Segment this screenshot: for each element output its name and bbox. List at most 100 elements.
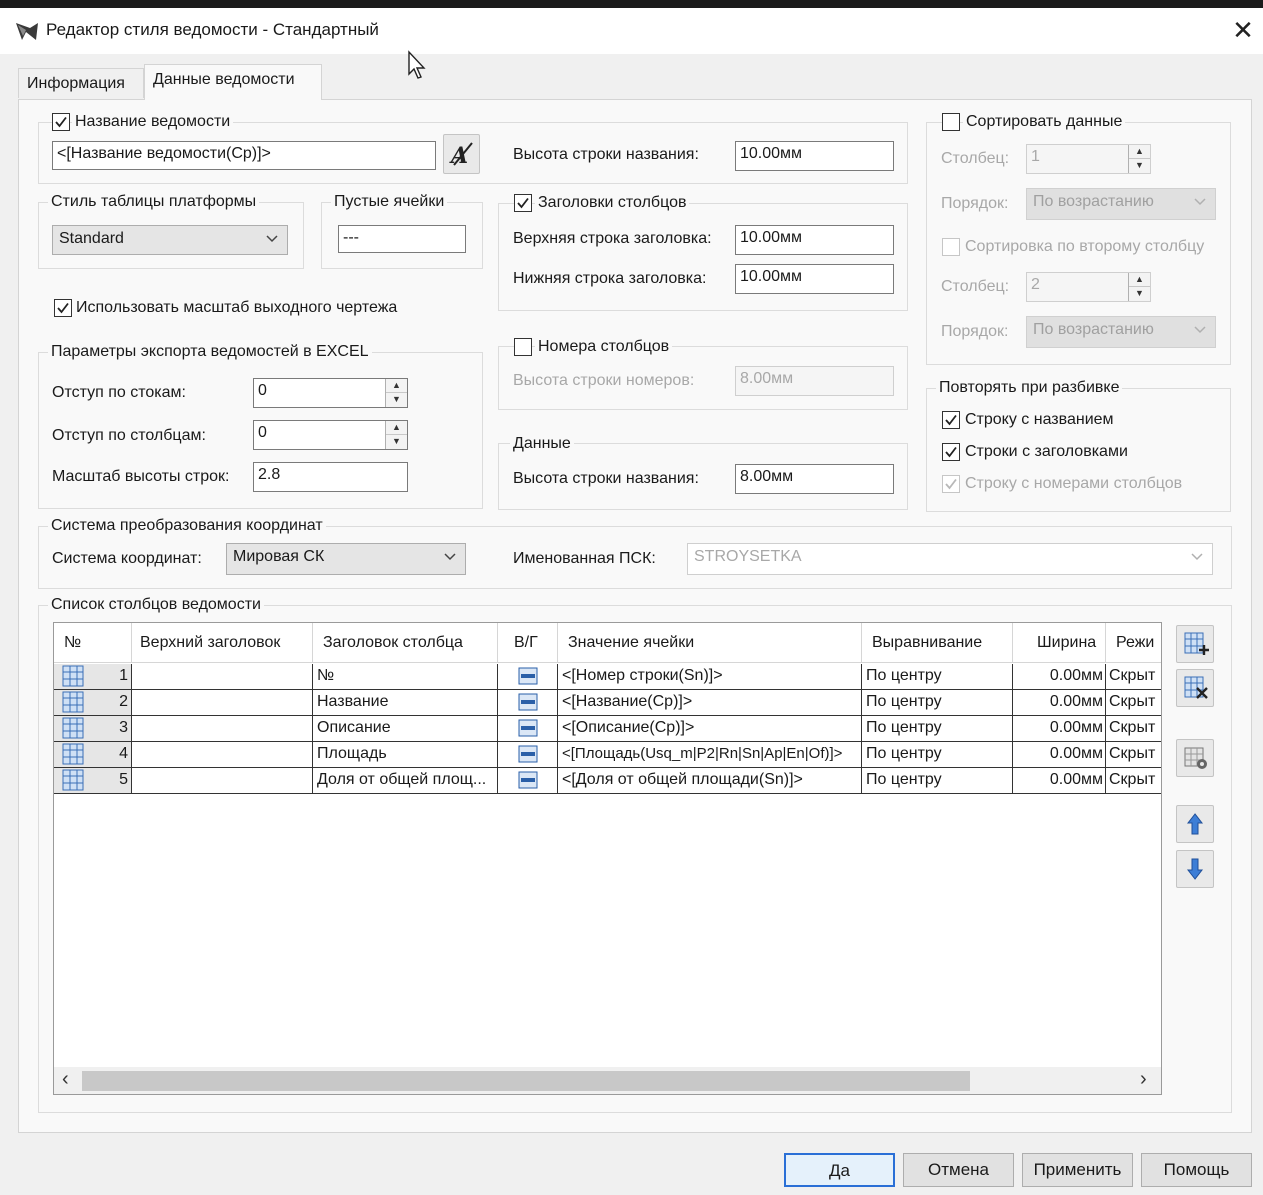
ok-button[interactable]: Да bbox=[784, 1153, 895, 1187]
row-column-title[interactable]: Описание bbox=[313, 716, 498, 742]
row-cell-value[interactable]: <[Название(Cp)]> bbox=[558, 690, 862, 716]
horizontal-scrollbar[interactable]: ‹ › bbox=[54, 1067, 1161, 1094]
row-mode[interactable]: Скрыт bbox=[1106, 690, 1161, 716]
row-cell-value[interactable]: <[Описание(Cp)]> bbox=[558, 716, 862, 742]
row-alignment[interactable]: По центру bbox=[862, 742, 1013, 768]
grid-header-cell-value[interactable]: Значение ячейки bbox=[558, 623, 862, 663]
row-top-title[interactable] bbox=[132, 768, 313, 794]
scroll-thumb[interactable] bbox=[82, 1071, 970, 1091]
row-cell-value[interactable]: <[Площадь(Usq_m|P2|Rn|Sn|Ap|En|Of)]> bbox=[558, 742, 862, 768]
spin-down-icon[interactable]: ▼ bbox=[386, 435, 407, 449]
row-width[interactable]: 0.00мм bbox=[1013, 716, 1106, 742]
row-column-title[interactable]: Доля от общей площ... bbox=[313, 768, 498, 794]
table-row[interactable]: 4 Площадь <[Площадь(Usq_m|P2|Rn|Sn|Ap|En… bbox=[54, 742, 1161, 768]
title-checkbox[interactable] bbox=[52, 113, 70, 131]
row-alignment[interactable]: По центру bbox=[862, 768, 1013, 794]
row-column-title[interactable]: Площадь bbox=[313, 742, 498, 768]
scroll-right-arrow[interactable]: › bbox=[1140, 1068, 1147, 1091]
use-scale-checkbox[interactable] bbox=[54, 299, 72, 317]
text-style-button[interactable]: A bbox=[443, 134, 480, 174]
row-column-title[interactable]: Название bbox=[313, 690, 498, 716]
column-headers-checkbox[interactable] bbox=[514, 194, 532, 212]
table-row[interactable]: 1 № <[Номер строки(Sn)]> По центру 0.00м… bbox=[54, 664, 1161, 690]
spin-down-icon[interactable]: ▼ bbox=[1129, 287, 1150, 301]
sort-order2-dropdown[interactable]: По возрастанию bbox=[1026, 316, 1216, 348]
sort-checkbox[interactable] bbox=[942, 113, 960, 131]
row-top-title[interactable] bbox=[132, 664, 313, 690]
header-bottom-field[interactable]: 10.00мм bbox=[735, 264, 894, 294]
row-cell-value[interactable]: <[Номер строки(Sn)]> bbox=[558, 664, 862, 690]
grid-header-top-title[interactable]: Верхний заголовок bbox=[132, 623, 313, 663]
row-num-cell[interactable]: 4 bbox=[54, 742, 132, 768]
delete-column-button[interactable] bbox=[1176, 669, 1214, 707]
sort-second-checkbox[interactable] bbox=[942, 238, 960, 256]
row-scale-field[interactable]: 2.8 bbox=[253, 462, 408, 492]
named-ucs-dropdown[interactable]: STROYSETKA bbox=[687, 543, 1213, 575]
row-width[interactable]: 0.00мм bbox=[1013, 768, 1106, 794]
number-row-height-field[interactable]: 8.00мм bbox=[735, 366, 894, 396]
row-vh-cell[interactable] bbox=[498, 742, 558, 768]
spin-up-icon[interactable]: ▲ bbox=[386, 379, 407, 393]
row-top-title[interactable] bbox=[132, 742, 313, 768]
help-button[interactable]: Помощь bbox=[1141, 1153, 1252, 1187]
repeat-numbers-checkbox[interactable] bbox=[942, 475, 960, 493]
grid-header-alignment[interactable]: Выравнивание bbox=[862, 623, 1013, 663]
grid-header-column-title[interactable]: Заголовок столбца bbox=[313, 623, 498, 663]
close-button[interactable]: ✕ bbox=[1228, 16, 1258, 46]
row-vh-cell[interactable] bbox=[498, 690, 558, 716]
row-alignment[interactable]: По центру bbox=[862, 716, 1013, 742]
row-alignment[interactable]: По центру bbox=[862, 664, 1013, 690]
spin-up-icon[interactable]: ▲ bbox=[1129, 273, 1150, 287]
row-cell-value[interactable]: <[Доля от общей площади(Sn)]> bbox=[558, 768, 862, 794]
repeat-title-checkbox[interactable] bbox=[942, 411, 960, 429]
table-row[interactable]: 3 Описание <[Описание(Cp)]> По центру 0.… bbox=[54, 716, 1161, 742]
scroll-left-arrow[interactable]: ‹ bbox=[62, 1068, 69, 1091]
row-width[interactable]: 0.00мм bbox=[1013, 690, 1106, 716]
row-vh-cell[interactable] bbox=[498, 664, 558, 690]
row-num-cell[interactable]: 3 bbox=[54, 716, 132, 742]
move-up-button[interactable] bbox=[1176, 805, 1214, 843]
title-height-field[interactable]: 10.00мм bbox=[735, 141, 894, 171]
spin-up-icon[interactable]: ▲ bbox=[1129, 145, 1150, 159]
row-alignment[interactable]: По центру bbox=[862, 690, 1013, 716]
sort-order1-dropdown[interactable]: По возрастанию bbox=[1026, 188, 1216, 220]
row-mode[interactable]: Скрыт bbox=[1106, 716, 1161, 742]
row-offset-spinner[interactable]: ▲ ▼ bbox=[385, 379, 407, 407]
sort-column1-field[interactable]: 1 ▲ ▼ bbox=[1026, 144, 1151, 174]
spin-down-icon[interactable]: ▼ bbox=[1129, 159, 1150, 173]
row-mode[interactable]: Скрыт bbox=[1106, 742, 1161, 768]
row-mode[interactable]: Скрыт bbox=[1106, 664, 1161, 690]
row-column-title[interactable]: № bbox=[313, 664, 498, 690]
row-num-cell[interactable]: 1 bbox=[54, 664, 132, 690]
grid-header-mode[interactable]: Режи bbox=[1106, 623, 1161, 663]
grid-header-num[interactable]: № bbox=[54, 623, 132, 663]
column-numbers-checkbox[interactable] bbox=[514, 338, 532, 356]
sort-column1-spinner[interactable]: ▲ ▼ bbox=[1128, 145, 1150, 173]
add-column-button[interactable] bbox=[1176, 625, 1214, 663]
row-mode[interactable]: Скрыт bbox=[1106, 768, 1161, 794]
apply-button[interactable]: Применить bbox=[1022, 1153, 1133, 1187]
column-properties-button[interactable] bbox=[1176, 739, 1214, 777]
header-top-field[interactable]: 10.00мм bbox=[735, 225, 894, 255]
spin-down-icon[interactable]: ▼ bbox=[386, 393, 407, 407]
data-row-height-field[interactable]: 8.00мм bbox=[735, 464, 894, 494]
sort-column2-spinner[interactable]: ▲ ▼ bbox=[1128, 273, 1150, 301]
spin-up-icon[interactable]: ▲ bbox=[386, 421, 407, 435]
col-offset-spinner[interactable]: ▲ ▼ bbox=[385, 421, 407, 449]
platform-style-dropdown[interactable]: Standard bbox=[52, 225, 288, 255]
tab-information[interactable]: Информация bbox=[18, 68, 144, 98]
tab-schedule-data[interactable]: Данные ведомости bbox=[144, 64, 322, 100]
row-num-cell[interactable]: 2 bbox=[54, 690, 132, 716]
coord-system-dropdown[interactable]: Мировая СК bbox=[226, 543, 466, 575]
row-num-cell[interactable]: 5 bbox=[54, 768, 132, 794]
grid-header-vh[interactable]: В/Г bbox=[498, 623, 558, 663]
empty-cells-field[interactable]: --- bbox=[338, 225, 466, 253]
row-width[interactable]: 0.00мм bbox=[1013, 664, 1106, 690]
col-offset-field[interactable]: 0 ▲ ▼ bbox=[253, 420, 408, 450]
sort-column2-field[interactable]: 2 ▲ ▼ bbox=[1026, 272, 1151, 302]
table-row[interactable]: 2 Название <[Название(Cp)]> По центру 0.… bbox=[54, 690, 1161, 716]
row-vh-cell[interactable] bbox=[498, 716, 558, 742]
repeat-headers-checkbox[interactable] bbox=[942, 443, 960, 461]
table-row[interactable]: 5 Доля от общей площ... <[Доля от общей … bbox=[54, 768, 1161, 794]
cancel-button[interactable]: Отмена bbox=[903, 1153, 1014, 1187]
